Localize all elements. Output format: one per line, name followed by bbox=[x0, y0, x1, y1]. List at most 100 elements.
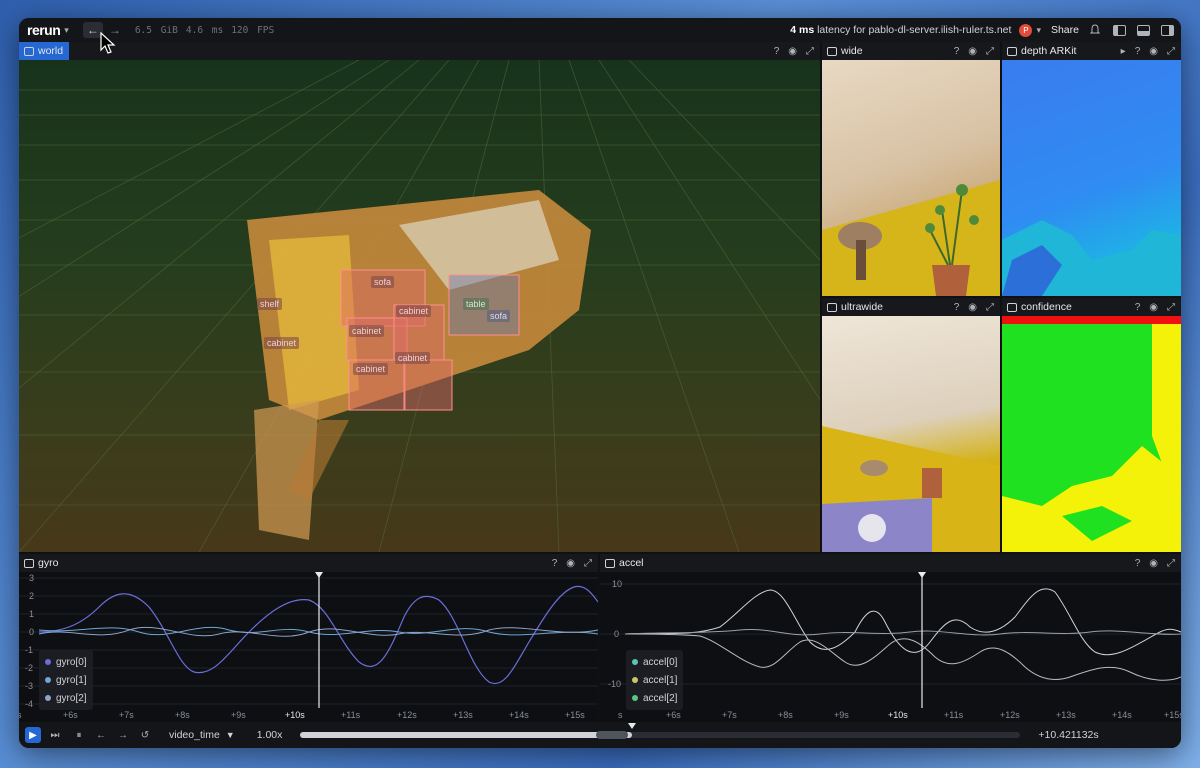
maximize-icon[interactable]: ⤢ bbox=[806, 46, 814, 57]
legend-item[interactable]: accel[1] bbox=[632, 671, 677, 689]
timeline-selector[interactable]: video_time bbox=[169, 729, 220, 741]
loop-icon[interactable]: ↺ bbox=[137, 727, 153, 743]
step-next-button[interactable]: → bbox=[115, 727, 131, 743]
accel-x-tick: +13s bbox=[1056, 710, 1076, 720]
help-icon[interactable]: ? bbox=[1135, 558, 1141, 569]
tab-ultrawide[interactable]: ultrawide bbox=[822, 298, 889, 316]
depth-controls: ▸ ? ◉ ⤢ bbox=[1121, 46, 1181, 57]
tab-wide[interactable]: wide bbox=[822, 42, 869, 60]
share-button[interactable]: Share bbox=[1051, 24, 1079, 36]
label-shelf: shelf bbox=[257, 298, 283, 310]
gyro-y-tick: 3 bbox=[29, 573, 34, 583]
legend-item[interactable]: accel[2] bbox=[632, 689, 677, 707]
depth-image[interactable] bbox=[1002, 60, 1181, 296]
gyro-x-tick: +14s bbox=[509, 710, 529, 720]
gyro-x-tick: +13s bbox=[453, 710, 473, 720]
avatar[interactable]: P bbox=[1019, 23, 1033, 37]
step-forward-button[interactable]: ⏭ bbox=[47, 727, 63, 743]
gyro-x-tick: +7s bbox=[119, 710, 134, 720]
visibility-eye-icon[interactable]: ◉ bbox=[566, 558, 575, 569]
label-sofa: sofa bbox=[371, 276, 395, 288]
accel-plot-area[interactable]: 10 0 -10 s +6s +7s +8s +9s +10s +11s +12… bbox=[600, 572, 1181, 722]
timeline-window-handle[interactable] bbox=[596, 731, 629, 739]
visibility-eye-icon[interactable]: ◉ bbox=[1149, 46, 1158, 57]
tab-accel[interactable]: accel bbox=[600, 554, 650, 572]
help-icon[interactable]: ? bbox=[1135, 302, 1141, 313]
wide-title: wide bbox=[841, 45, 863, 57]
tab-depth[interactable]: depth ARKit bbox=[1002, 42, 1082, 60]
help-icon[interactable]: ? bbox=[954, 302, 960, 313]
wide-controls: ? ◉ ⤢ bbox=[954, 46, 1000, 57]
legend-swatch bbox=[45, 695, 51, 701]
help-icon[interactable]: ? bbox=[774, 46, 780, 57]
legend-item[interactable]: gyro[2] bbox=[45, 689, 87, 707]
wide-image[interactable] bbox=[822, 60, 1000, 296]
maximize-icon[interactable]: ⤢ bbox=[1167, 46, 1175, 57]
step-back-button[interactable]: ← bbox=[93, 727, 109, 743]
gyro-plot-area[interactable]: 3 2 1 0 -1 -2 -3 -4 s +6s +7s +8s +9s +1… bbox=[19, 572, 598, 722]
gyro-x-tick: +10s bbox=[285, 710, 305, 720]
gyro-y-tick: 0 bbox=[29, 627, 34, 637]
current-time: +10.421132s bbox=[1038, 729, 1099, 741]
gyro-y-tick: 1 bbox=[29, 609, 34, 619]
maximize-icon[interactable]: ⤢ bbox=[584, 558, 592, 569]
tab-confidence[interactable]: confidence bbox=[1002, 298, 1078, 316]
visibility-eye-icon[interactable]: ◉ bbox=[968, 46, 977, 57]
tab-gyro[interactable]: gyro bbox=[19, 554, 64, 572]
legend-item[interactable]: accel[0] bbox=[632, 653, 677, 671]
visibility-eye-icon[interactable]: ◉ bbox=[788, 46, 797, 57]
toggle-bottom-panel-icon[interactable] bbox=[1135, 23, 1151, 37]
confidence-image[interactable] bbox=[1002, 316, 1181, 552]
fps-counter: 120 FPS bbox=[231, 24, 275, 36]
toggle-left-panel-icon[interactable] bbox=[1111, 23, 1127, 37]
accel-x-tick: +14s bbox=[1112, 710, 1132, 720]
avatar-chevron-icon[interactable]: ▾ bbox=[1036, 25, 1041, 36]
wide-camera-image bbox=[822, 180, 1000, 296]
play-button[interactable]: ▶ bbox=[25, 727, 41, 743]
gyro-x-tick: +11s bbox=[341, 710, 361, 720]
maximize-icon[interactable]: ⤢ bbox=[986, 46, 994, 57]
legend-item[interactable]: gyro[1] bbox=[45, 671, 87, 689]
visibility-eye-icon[interactable]: ◉ bbox=[968, 302, 977, 313]
rerun-logo[interactable]: rerun bbox=[27, 22, 61, 38]
accel-chart[interactable]: 10 0 -10 s +6s +7s +8s +9s +10s +11s +12… bbox=[600, 572, 1181, 722]
gyro-chart[interactable]: 3 2 1 0 -1 -2 -3 -4 s +6s +7s +8s +9s +1… bbox=[19, 572, 598, 722]
pause-button[interactable]: ⏸ bbox=[71, 727, 87, 743]
timeline-playhead[interactable] bbox=[627, 723, 636, 729]
logo-menu-chevron-icon[interactable]: ▾ bbox=[64, 25, 69, 36]
visibility-eye-icon[interactable]: ◉ bbox=[1149, 558, 1158, 569]
label-table: table bbox=[463, 298, 489, 310]
legend-swatch bbox=[632, 659, 638, 665]
legend-label: accel[2] bbox=[643, 692, 678, 704]
timeline-selector-chevron-icon[interactable]: ▼ bbox=[226, 730, 235, 740]
latency-text: latency for pablo-dl-server.ilish-ruler.… bbox=[817, 24, 1012, 36]
ultrawide-image[interactable] bbox=[822, 316, 1000, 552]
accel-plot-panel: accel ? ◉ ⤢ 10 0 -10 s +6s +7s +8s +9s +… bbox=[600, 554, 1181, 722]
top-bar: rerun ▾ ← → 6.5 GiB 4.6 ms 120 FPS 4 ms … bbox=[19, 18, 1181, 42]
accel-x-tick: +6s bbox=[666, 710, 681, 720]
gyro-cursor-handle[interactable] bbox=[315, 572, 323, 578]
maximize-icon[interactable]: ⤢ bbox=[1167, 558, 1175, 569]
legend-label: accel[0] bbox=[643, 656, 678, 668]
world-3d-viewport[interactable]: sofa shelf cabinet cabinet cabinet cabin… bbox=[19, 59, 820, 552]
playback-speed[interactable]: 1.00x bbox=[257, 729, 283, 741]
timeline-scrubber[interactable] bbox=[300, 723, 1021, 739]
help-icon[interactable]: ? bbox=[954, 46, 960, 57]
help-icon[interactable]: ? bbox=[552, 558, 558, 569]
help-icon[interactable]: ? bbox=[1135, 46, 1141, 57]
notifications-icon[interactable] bbox=[1087, 23, 1103, 37]
visibility-eye-icon[interactable]: ◉ bbox=[1149, 302, 1158, 313]
accel-cursor-handle[interactable] bbox=[918, 572, 926, 578]
accel-x-tick: +9s bbox=[834, 710, 849, 720]
app-window: rerun ▾ ← → 6.5 GiB 4.6 ms 120 FPS 4 ms … bbox=[19, 18, 1181, 748]
gyro-y-tick: -2 bbox=[25, 663, 33, 673]
tab-world[interactable]: world bbox=[19, 42, 70, 60]
gyro-x-tick: +6s bbox=[63, 710, 78, 720]
toggle-right-panel-icon[interactable] bbox=[1159, 23, 1175, 37]
world-view-title: world bbox=[38, 45, 64, 57]
maximize-icon[interactable]: ⤢ bbox=[986, 302, 994, 313]
timeseries-icon bbox=[24, 558, 34, 568]
legend-item[interactable]: gyro[0] bbox=[45, 653, 87, 671]
play-small-icon[interactable]: ▸ bbox=[1121, 46, 1126, 57]
maximize-icon[interactable]: ⤢ bbox=[1167, 302, 1175, 313]
